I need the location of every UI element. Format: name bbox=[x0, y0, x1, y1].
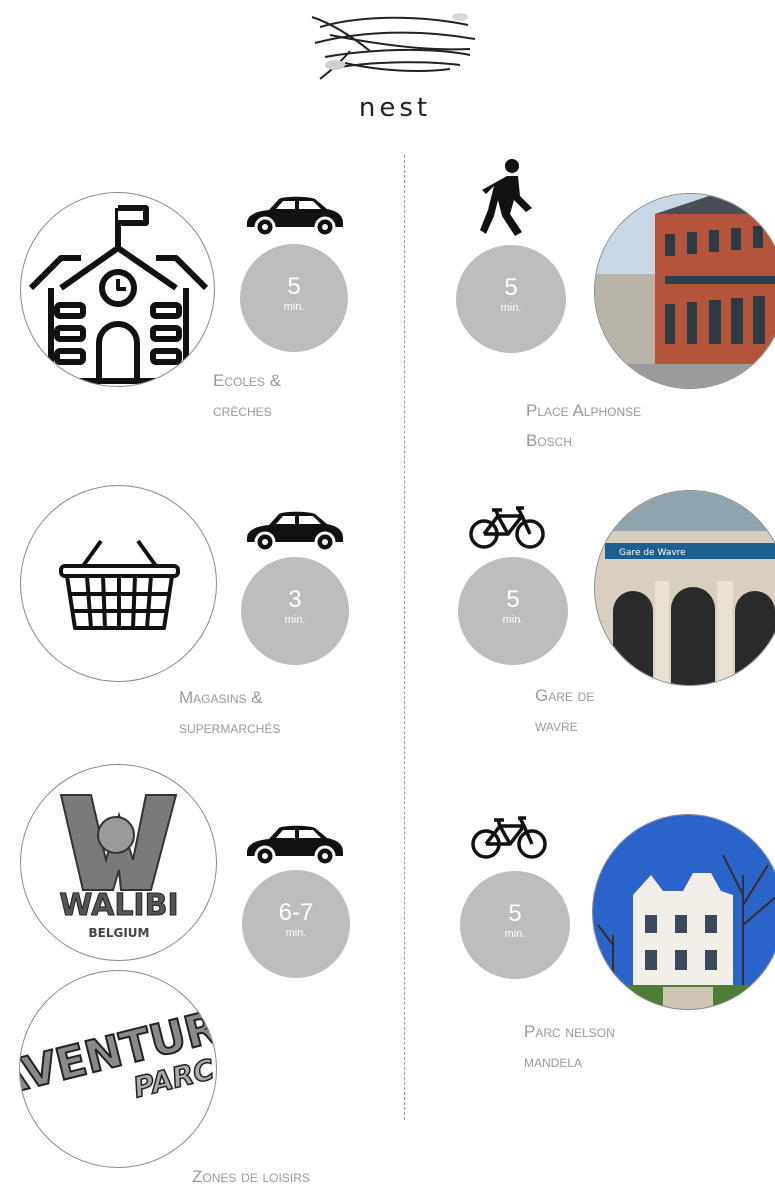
time-value: 5 bbox=[504, 274, 518, 301]
label-line: Parc nelson bbox=[524, 1022, 615, 1041]
column-divider bbox=[404, 155, 405, 1120]
label-line: Ecoles & bbox=[213, 371, 282, 390]
time-bubble: 5 min. bbox=[458, 557, 568, 665]
time-bubble: 5 min. bbox=[456, 245, 566, 353]
parc-nelson-mandela-photo bbox=[592, 814, 775, 1010]
basket-icon bbox=[59, 539, 180, 630]
aventure-parc-logo-icon: AVENTURE PARC bbox=[20, 993, 216, 1108]
brand-name: nest bbox=[358, 93, 432, 123]
label-line: crèches bbox=[213, 401, 272, 420]
label-line: wavre bbox=[535, 716, 578, 735]
time-value: 5 bbox=[506, 586, 520, 613]
walibi-subtext: BELGIUM bbox=[89, 926, 150, 940]
place-label: Parc nelson mandela bbox=[524, 1017, 615, 1077]
label-line: Magasins & bbox=[179, 688, 263, 707]
bicycle-icon bbox=[468, 504, 546, 550]
station-sign: Gare de Wavre bbox=[619, 548, 686, 558]
shopping-image bbox=[20, 485, 217, 682]
car-icon bbox=[243, 508, 345, 552]
time-unit: min. bbox=[283, 301, 305, 313]
place-label: Gare de wavre bbox=[535, 681, 594, 741]
walibi-logo-icon: WALIBI BELGIUM bbox=[59, 794, 179, 940]
walking-person-icon bbox=[480, 158, 536, 236]
school-icon bbox=[28, 205, 209, 384]
time-value: 5 bbox=[508, 900, 522, 927]
place-label: Ecoles & crèches bbox=[213, 366, 281, 426]
time-unit: min. bbox=[500, 302, 522, 314]
school-image bbox=[20, 192, 215, 387]
label-line: Place Alphonse bbox=[526, 401, 642, 420]
car-icon bbox=[243, 822, 345, 866]
label-line: supermarchés bbox=[179, 718, 281, 737]
label-line: Bosch bbox=[526, 431, 573, 450]
station-photo: Gare de Wavre bbox=[595, 491, 775, 685]
time-value: 6-7 bbox=[278, 899, 314, 926]
nest-logo: nest bbox=[290, 5, 500, 130]
nest-logo-icon bbox=[311, 13, 476, 80]
time-unit: min. bbox=[504, 928, 526, 940]
label-line: Gare de bbox=[535, 686, 595, 705]
label-line: Zones de loisirs bbox=[192, 1167, 310, 1186]
car-icon bbox=[243, 193, 345, 237]
place-label: Magasins & supermarchés bbox=[179, 683, 280, 743]
aventure-parc-logo: AVENTURE PARC bbox=[19, 970, 217, 1168]
time-value: 3 bbox=[288, 586, 302, 613]
time-bubble: 5 min. bbox=[240, 244, 348, 352]
place-label: Zones de loisirs bbox=[192, 1162, 310, 1192]
gare-de-wavre-photo: Gare de Wavre bbox=[594, 490, 775, 686]
time-unit: min. bbox=[284, 614, 306, 626]
time-unit: min. bbox=[285, 927, 307, 939]
time-unit: min. bbox=[502, 614, 524, 626]
bicycle-icon bbox=[470, 814, 548, 860]
time-bubble: 3 min. bbox=[241, 557, 349, 665]
building-photo bbox=[595, 194, 775, 388]
walibi-text: WALIBI bbox=[59, 888, 178, 923]
villa-photo bbox=[593, 815, 775, 1009]
time-value: 5 bbox=[287, 273, 301, 300]
time-bubble: 5 min. bbox=[460, 871, 570, 979]
walibi-logo: WALIBI BELGIUM bbox=[20, 764, 217, 961]
place-alphonse-bosch-photo bbox=[594, 193, 775, 389]
label-line: mandela bbox=[524, 1052, 583, 1071]
time-bubble: 6-7 min. bbox=[242, 870, 350, 978]
place-label: Place Alphonse Bosch bbox=[526, 396, 641, 456]
